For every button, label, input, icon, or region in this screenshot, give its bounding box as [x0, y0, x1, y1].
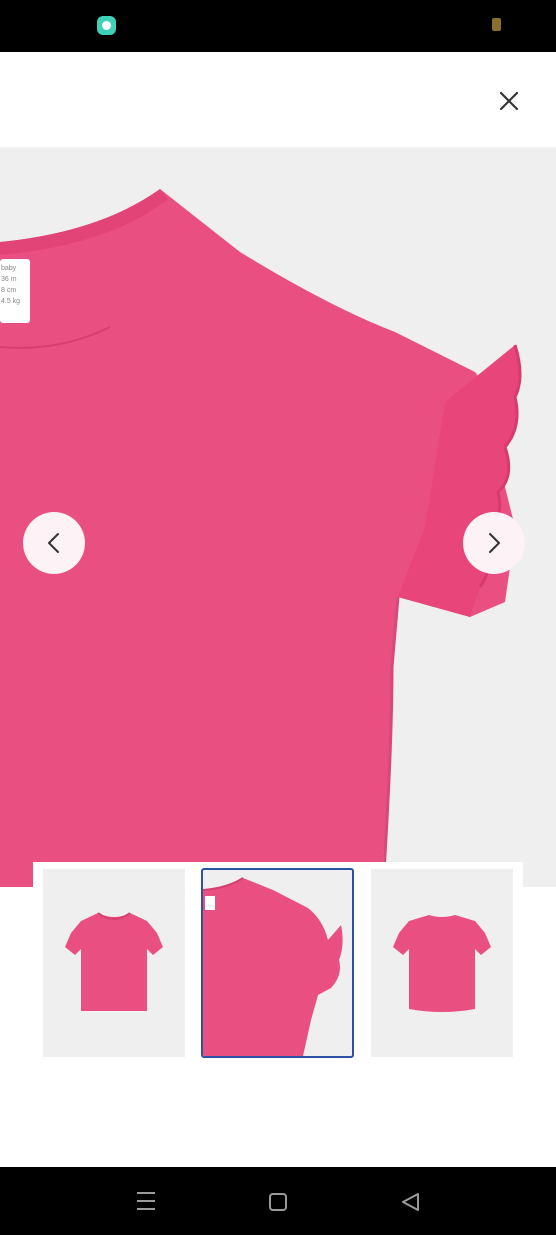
home-icon [269, 1193, 287, 1211]
thumbnail-front[interactable] [43, 869, 185, 1057]
thumbnail-back[interactable] [371, 869, 513, 1057]
tshirt-front-image [65, 912, 163, 1011]
tshirt-back-image [393, 915, 491, 1012]
back-triangle-icon [402, 1193, 419, 1211]
close-icon [499, 91, 519, 111]
battery-icon [492, 18, 501, 31]
next-image-button[interactable] [463, 512, 525, 574]
size-label-line: 8 cm [1, 287, 17, 294]
back-button[interactable] [400, 1191, 422, 1213]
size-label-line: 36 m [1, 276, 17, 283]
previous-image-button[interactable] [23, 512, 85, 574]
size-label-line: 4.5 kg [1, 298, 21, 305]
size-label-line: baby [1, 265, 17, 272]
tshirt-sleeve-detail-image [203, 877, 343, 1056]
chevron-left-icon [48, 533, 59, 553]
close-button[interactable] [490, 82, 528, 120]
thumbnail-sleeve-detail[interactable] [201, 868, 354, 1058]
recent-apps-button[interactable] [136, 1190, 156, 1212]
chevron-right-icon [489, 533, 500, 553]
home-button[interactable] [268, 1192, 288, 1212]
size-label: baby 36 m 8 cm 4.5 kg [1, 263, 29, 307]
status-bar [0, 0, 556, 52]
chat-bubble-icon [97, 16, 116, 35]
menu-icon [137, 1192, 155, 1210]
